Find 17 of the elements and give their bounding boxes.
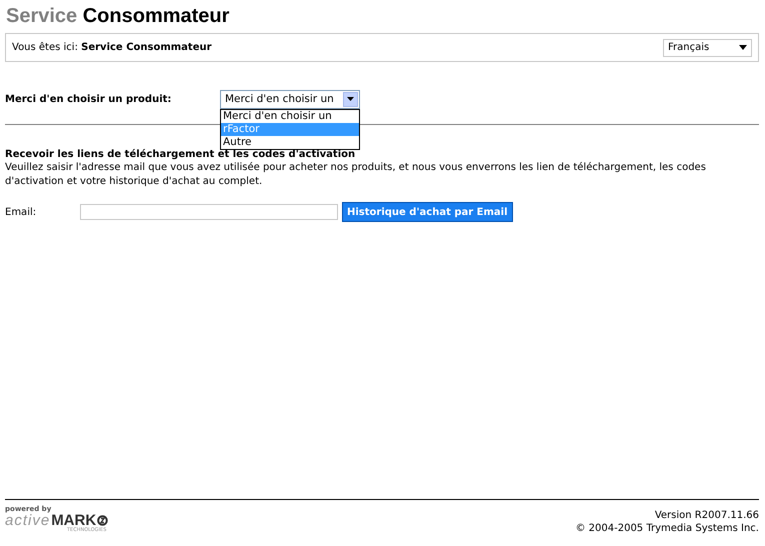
caret-icon bbox=[347, 97, 354, 101]
email-history-button[interactable]: Historique d'achat par Email bbox=[342, 202, 512, 222]
email-field[interactable] bbox=[80, 204, 338, 220]
product-select[interactable]: Merci d'en choisir un bbox=[220, 90, 360, 108]
copyright-text: © 2004-2005 Trymedia Systems Inc. bbox=[575, 522, 759, 535]
caret-icon bbox=[739, 45, 747, 50]
breadcrumb: Vous êtes ici: Service Consommateur bbox=[12, 42, 212, 53]
language-select[interactable]: Français bbox=[663, 38, 752, 56]
dropdown-option[interactable]: Autre bbox=[221, 136, 359, 148]
dropdown-button[interactable] bbox=[343, 92, 358, 106]
page-title: Service Consommateur bbox=[6, 5, 230, 28]
version-text: Version R2007.11.66 bbox=[654, 509, 759, 522]
section-heading: Recevoir les liens de téléchargement et les codes d'activation bbox=[5, 149, 356, 160]
instructions-text: Veuillez saisir l'adresse mail que vous avez utilisée pour acheter nos produits, et nous vous enverrons les lien de téléchargement, les codes d'activation et votre historique d'achat au complet. bbox=[5, 161, 707, 189]
product-label: Merci d'en choisir un produit: bbox=[5, 94, 172, 104]
dropdown-option[interactable]: Merci d'en choisir un bbox=[221, 110, 359, 122]
email-label: Email: bbox=[5, 206, 38, 218]
